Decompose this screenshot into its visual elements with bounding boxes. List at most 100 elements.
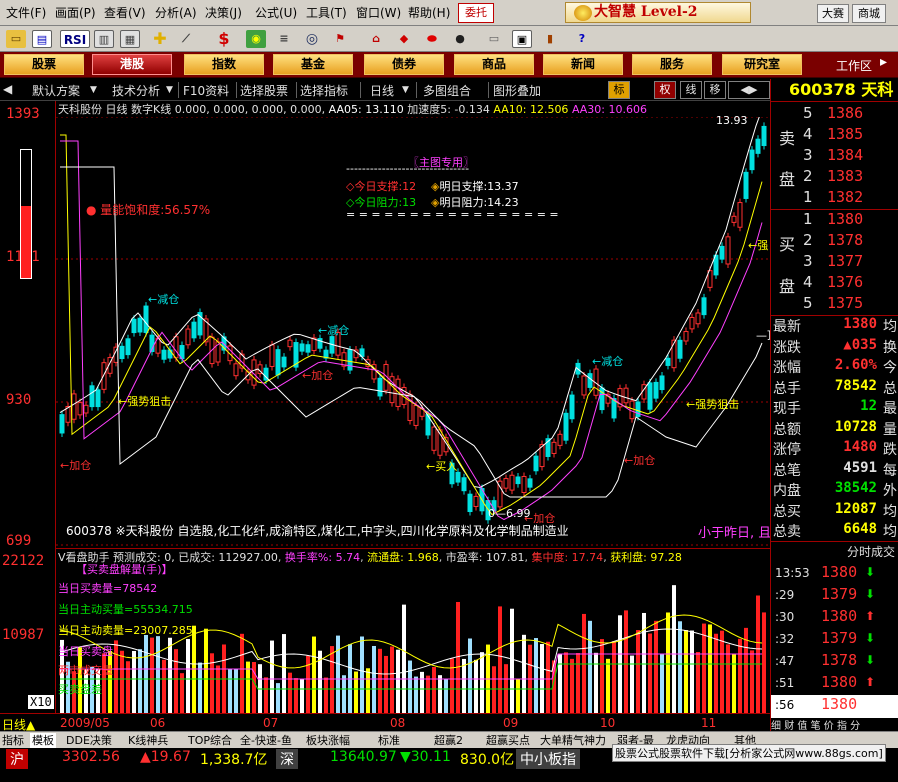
market-nav: 股票 港股 指数 基金 债券 商品 新闻 服务 研究室 工作区 ▸	[0, 52, 898, 78]
f10-data[interactable]: F10资料	[183, 82, 229, 99]
daily-line[interactable]: 日线	[370, 82, 394, 99]
dropdown-icon[interactable]: ▼	[90, 85, 97, 95]
rsi-icon[interactable]: RSI	[60, 30, 90, 48]
dollar-icon[interactable]: $	[214, 30, 234, 48]
tick-tab[interactable]: 分	[850, 721, 860, 731]
toggle-move[interactable]: 移	[704, 81, 726, 99]
menu-decision[interactable]: 决策(J)	[205, 4, 242, 21]
chart-icon[interactable]: ▤	[32, 30, 52, 48]
menu-view[interactable]: 查看(V)	[104, 4, 146, 21]
disc-icon[interactable]: ●	[450, 30, 470, 48]
nav-bonds[interactable]: 债券	[364, 54, 444, 75]
order-book-row[interactable]: 3 1377	[771, 252, 898, 273]
toggle-rights[interactable]: 权	[654, 81, 676, 99]
menu-tools[interactable]: 工具(T)	[306, 4, 347, 21]
tab-chaoying2[interactable]: 超赢2	[434, 733, 463, 748]
chart-overlay[interactable]: 图形叠加	[493, 82, 541, 99]
menu-screen[interactable]: 画面(P)	[55, 4, 96, 21]
tick-tab[interactable]: 值	[797, 721, 807, 731]
indicator-icon[interactable]: ◉	[246, 30, 266, 48]
open-folder-icon[interactable]: ▭	[6, 30, 26, 48]
lines-icon[interactable]: ≡	[274, 30, 294, 48]
binoculars-icon[interactable]: ◎	[302, 30, 322, 48]
house-icon[interactable]: ⌂	[366, 30, 386, 48]
tab-chaoying-buy[interactable]: 超赢买点	[486, 733, 530, 748]
mall-button[interactable]: 商城	[852, 4, 886, 23]
nav-service[interactable]: 服务	[632, 54, 712, 75]
nav-research[interactable]: 研究室	[722, 54, 802, 75]
tab-indicator[interactable]: 指标	[2, 733, 24, 748]
menu-window[interactable]: 窗口(W)	[356, 4, 401, 21]
order-book-row[interactable]: 2 1378	[771, 231, 898, 252]
ruler-icon[interactable]: ⟋	[176, 30, 196, 48]
calculator-icon[interactable]: ▭	[484, 30, 504, 48]
bookshelf-icon[interactable]: ▮	[540, 30, 560, 48]
nav-hk-stocks[interactable]: 港股	[92, 54, 172, 75]
stock-header[interactable]: 600378 天科	[771, 79, 898, 101]
select-indicator[interactable]: 选择指标	[300, 82, 348, 99]
nav-funds[interactable]: 基金	[273, 54, 353, 75]
sme-board-label[interactable]: 中小板指	[516, 749, 580, 769]
sh-label[interactable]: 沪	[6, 749, 28, 769]
order-book-row[interactable]: 4 1376	[771, 273, 898, 294]
order-book-row[interactable]: 5 1375	[771, 294, 898, 315]
nav-stocks[interactable]: 股票	[4, 54, 84, 75]
menu-file[interactable]: 文件(F)	[6, 4, 46, 21]
tab-kline[interactable]: K线神兵	[128, 733, 168, 748]
menu-analysis[interactable]: 分析(A)	[155, 4, 197, 21]
table-icon[interactable]: ▦	[120, 30, 140, 48]
dropdown-icon[interactable]: ▼	[166, 85, 173, 95]
workspace-expand-icon[interactable]: ▸	[880, 54, 887, 70]
price-chart[interactable]: ● 量能饱和度:56.57% 〖主图专用〗 ------------------…	[56, 114, 778, 547]
nav-commodities[interactable]: 商品	[454, 54, 534, 75]
order-book-row[interactable]: 3 1384	[771, 146, 898, 167]
tick-tab[interactable]: 财	[784, 721, 794, 731]
divider	[296, 82, 297, 98]
ad-banner[interactable]: 股票公式股票软件下载[分析家公式网www.88gs.com]	[612, 744, 886, 762]
grid-icon[interactable]: ▥	[94, 30, 114, 48]
crosshair-icon[interactable]: ✚	[150, 30, 170, 48]
tick-tab[interactable]: 细	[771, 721, 781, 731]
pill-icon[interactable]: ⬬	[422, 30, 442, 48]
order-book-row[interactable]: 2 1383	[771, 167, 898, 188]
nav-index[interactable]: 指数	[184, 54, 264, 75]
toggle-line[interactable]: 线	[680, 81, 702, 99]
tab-fast-fish[interactable]: 全-快速-鱼	[240, 733, 292, 748]
entrust-button[interactable]: 委托	[458, 3, 494, 23]
technical-analysis[interactable]: 技术分析	[112, 82, 160, 99]
window-icon[interactable]: ▣	[512, 30, 532, 48]
flag-icon[interactable]: ⚑	[330, 30, 350, 48]
default-scheme[interactable]: 默认方案	[32, 82, 80, 99]
contest-button[interactable]: 大赛	[817, 4, 849, 23]
tab-dde[interactable]: DDE决策	[66, 733, 112, 748]
volume-chart[interactable]: V看盘助手 预测成交: 0, 已成交: 112927.00, 换手率%: 5.7…	[56, 548, 770, 714]
menu-help[interactable]: 帮助(H)	[408, 4, 450, 21]
prev-arrow-icon[interactable]: ◀	[3, 82, 12, 96]
select-stock[interactable]: 选择股票	[240, 82, 288, 99]
tick-row: :56 1380	[771, 695, 898, 718]
price: 1383	[827, 167, 864, 185]
order-book-row[interactable]: 5 1386	[771, 104, 898, 125]
tick-tab[interactable]: 价	[824, 721, 834, 731]
help-icon[interactable]: ?	[572, 30, 592, 48]
tab-standard[interactable]: 标准	[378, 733, 400, 748]
order-book-row[interactable]: 1 1380	[771, 210, 898, 231]
nav-news[interactable]: 新闻	[543, 54, 623, 75]
order-book-row[interactable]: 1 1382	[771, 188, 898, 209]
tab-big-order[interactable]: 大单精气神力	[540, 733, 606, 748]
multi-chart[interactable]: 多图组合	[423, 82, 471, 99]
diamond-icon[interactable]: ◆	[394, 30, 414, 48]
order-book-row[interactable]: 4 1385	[771, 125, 898, 146]
tab-sector[interactable]: 板块涨幅	[306, 733, 350, 748]
level: 1	[803, 188, 813, 206]
sz-label[interactable]: 深	[276, 749, 298, 769]
tab-template[interactable]: 模板	[30, 733, 56, 748]
tick-tab[interactable]: 笔	[811, 721, 821, 731]
workspace-label[interactable]: 工作区	[836, 57, 872, 74]
toggle-extra[interactable]: ◀▶	[728, 81, 770, 99]
tab-top[interactable]: TOP综合	[188, 733, 232, 748]
dropdown-icon[interactable]: ▼	[402, 85, 409, 95]
toggle-mark[interactable]: 标	[608, 81, 630, 99]
menu-formula[interactable]: 公式(U)	[255, 4, 297, 21]
tick-tab[interactable]: 指	[837, 721, 847, 731]
